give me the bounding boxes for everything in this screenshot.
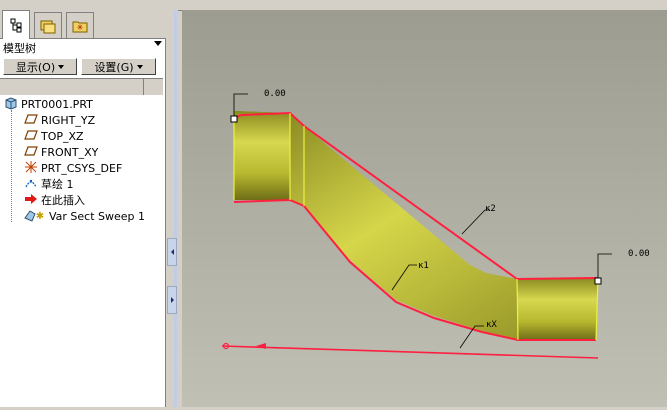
tree-item-label: Var Sect Sweep 1	[49, 209, 146, 223]
trajectory-label: κ2	[485, 204, 496, 214]
trajectory-label: κX	[486, 320, 497, 330]
panel-menu-chevron-down-icon[interactable]	[154, 41, 162, 46]
model-tree-panel: ✳ 模型树 显示(O) 设置(G) PRT0001.PRT RIGHT_YZ T…	[0, 0, 166, 407]
splitter-bar[interactable]	[174, 10, 177, 407]
favorites-icon: ✳	[71, 18, 89, 34]
tree-item-prt-csys-def[interactable]: PRT_CSYS_DEF	[24, 160, 122, 176]
variable-section-sweep-icon: ✱	[24, 208, 46, 225]
tree-item-label: 草绘 1	[41, 178, 74, 191]
collapse-left-button[interactable]	[167, 238, 177, 266]
right-dimension-value: 0.00	[628, 249, 650, 259]
datum-plane-icon	[24, 145, 38, 160]
tab-favorites[interactable]: ✳	[66, 12, 94, 38]
sketch-icon	[24, 176, 38, 193]
tree-item-var-sect-sweep-1[interactable]: ✱ Var Sect Sweep 1	[24, 208, 145, 224]
tree-item-label: RIGHT_YZ	[41, 113, 96, 127]
chevron-down-icon	[58, 64, 65, 69]
chevron-right-icon	[170, 297, 174, 303]
graphics-viewport[interactable]: 0.00 0.00 κ2 κ1 κX	[182, 10, 667, 407]
coordinate-system-icon	[24, 160, 38, 177]
datum-plane-icon	[24, 129, 38, 144]
tree-item-front-xy[interactable]: FRONT_XY	[24, 144, 98, 160]
svg-text:✱: ✱	[36, 211, 44, 222]
tree-item-label: 在此插入	[41, 194, 85, 207]
trajectory-label: κ1	[418, 261, 429, 271]
chevron-left-icon	[170, 249, 174, 255]
tree-item-label: PRT_CSYS_DEF	[41, 161, 123, 175]
part-icon	[4, 96, 18, 113]
tree-root[interactable]: PRT0001.PRT	[4, 96, 93, 112]
tree-item-top-xz[interactable]: TOP_XZ	[24, 128, 84, 144]
tree-item-right-yz[interactable]: RIGHT_YZ	[24, 112, 95, 128]
tree-item-insert-here[interactable]: 在此插入	[24, 192, 85, 208]
expand-right-button[interactable]	[167, 286, 177, 314]
folder-browser-icon	[39, 18, 57, 34]
navigator-tabs: ✳	[0, 0, 166, 39]
show-button[interactable]: 显示(O)	[3, 58, 77, 75]
tree-item-label: FRONT_XY	[41, 145, 99, 159]
tree-item-label: TOP_XZ	[41, 129, 84, 143]
datum-plane-icon	[24, 113, 38, 128]
left-dimension-value: 0.00	[264, 89, 286, 99]
settings-button[interactable]: 设置(G)	[81, 58, 156, 75]
tab-model-tree[interactable]	[2, 10, 30, 39]
tree-item-sketch-1[interactable]: 草绘 1	[24, 176, 74, 192]
tree-connector	[11, 110, 12, 222]
tree-column-header	[0, 78, 163, 96]
model-tree-icon	[8, 17, 24, 33]
settings-button-label: 设置(G)	[94, 60, 134, 74]
panel-splitter[interactable]	[166, 0, 178, 407]
column-divider[interactable]	[143, 79, 144, 95]
panel-title: 模型树	[3, 42, 36, 55]
tree-root-label: PRT0001.PRT	[21, 97, 93, 111]
svg-text:✳: ✳	[77, 23, 84, 32]
show-button-label: 显示(O)	[15, 60, 56, 74]
insert-here-arrow-icon	[24, 193, 38, 208]
tab-folder-browser[interactable]	[34, 12, 62, 38]
model-canvas[interactable]: 0.00 0.00 κ2 κ1 κX	[182, 10, 667, 407]
chevron-down-icon	[136, 64, 143, 69]
